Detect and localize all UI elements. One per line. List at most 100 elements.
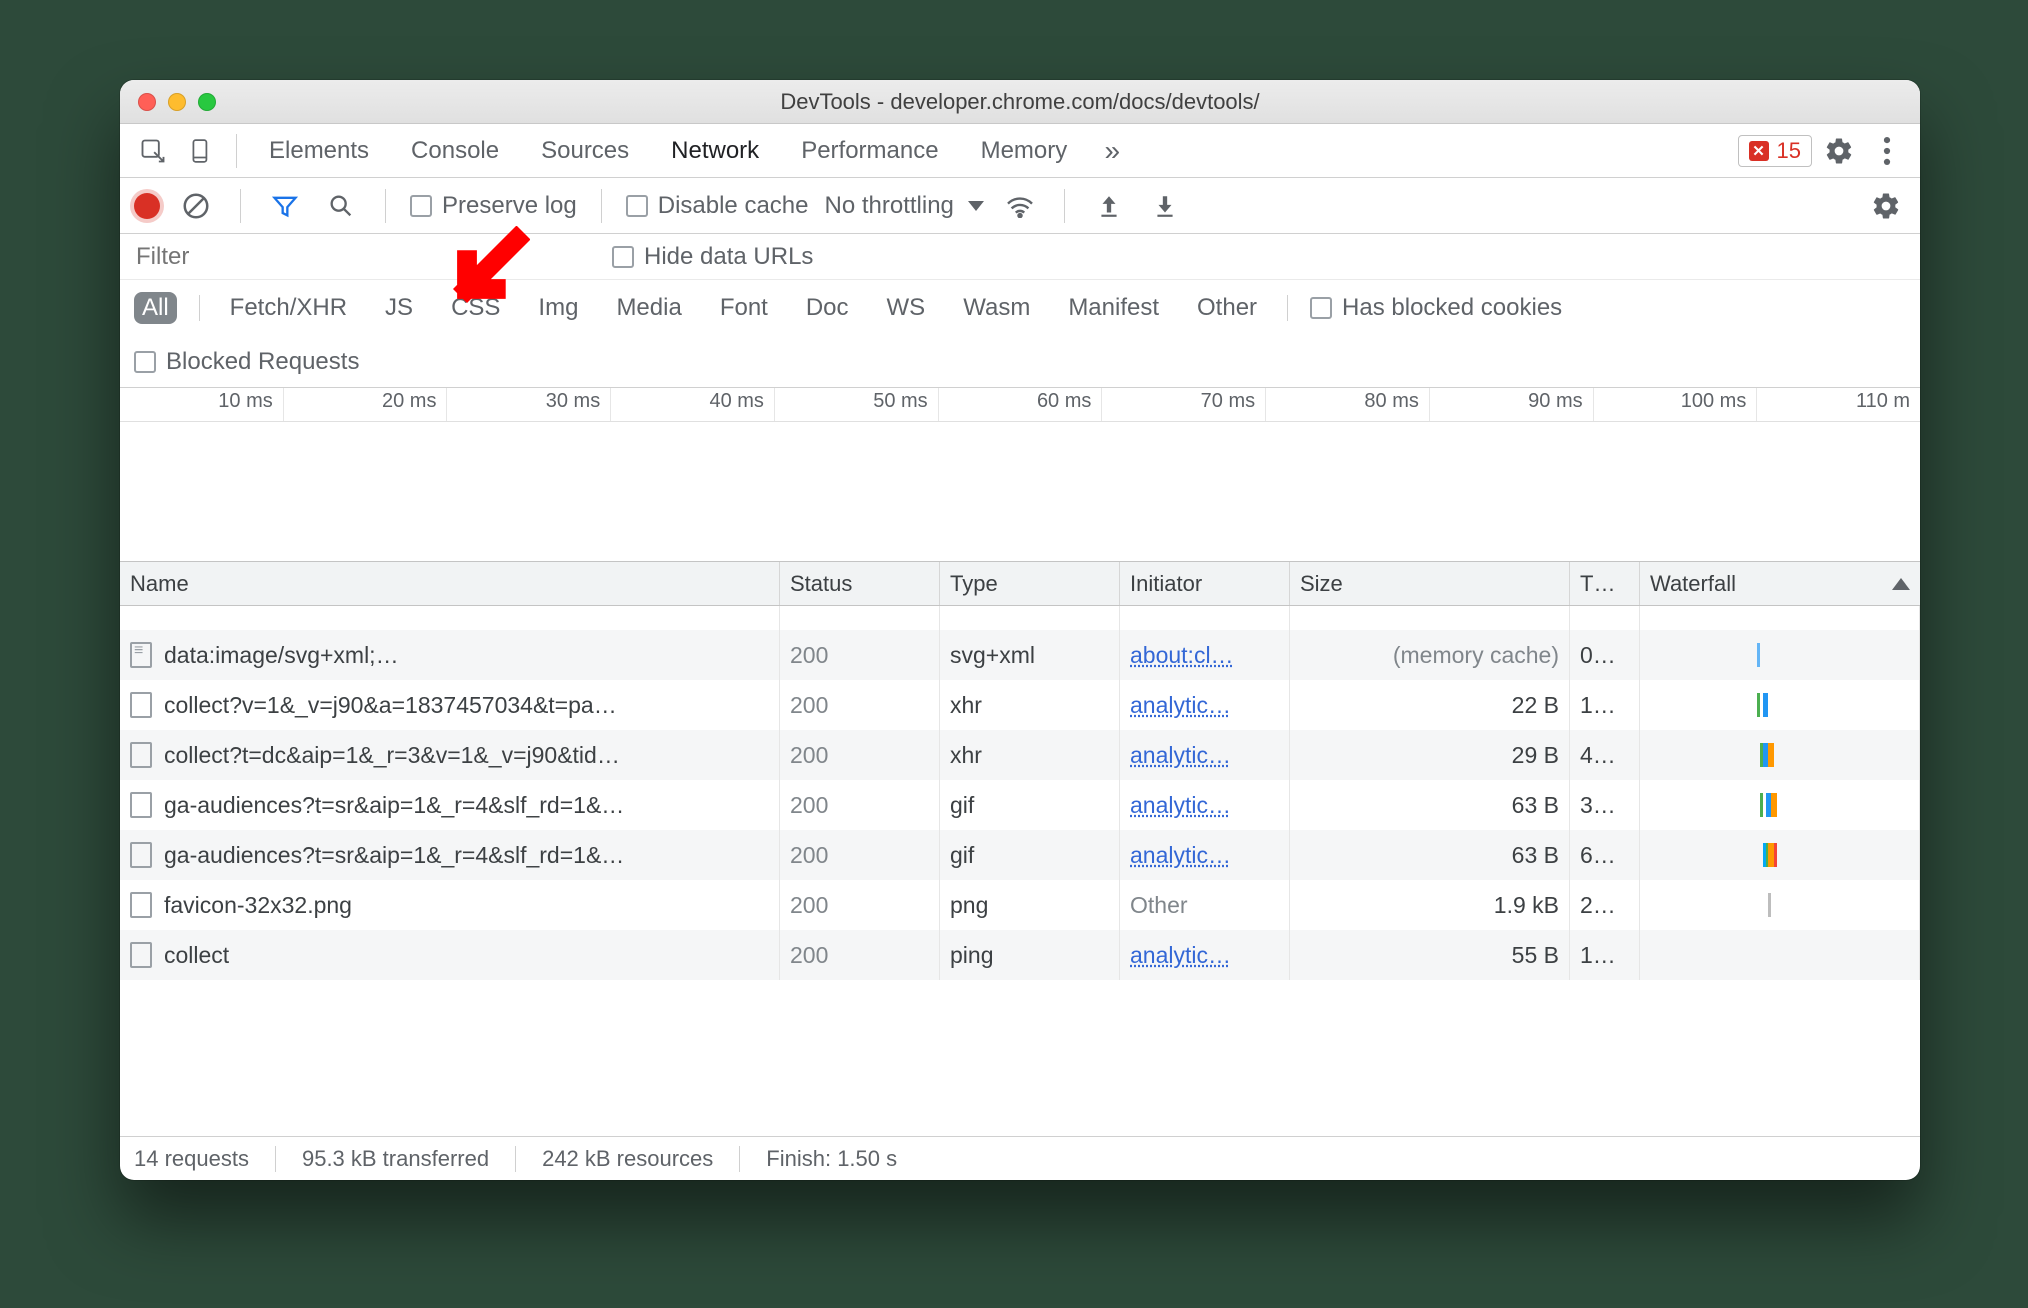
filter-input[interactable] — [134, 239, 434, 275]
request-waterfall — [1640, 930, 1920, 980]
request-waterfall — [1640, 730, 1920, 780]
throttling-select[interactable]: No throttling — [824, 192, 983, 220]
close-window-button[interactable] — [138, 93, 156, 111]
col-size[interactable]: Size — [1290, 562, 1570, 605]
more-tabs-icon[interactable]: » — [1091, 130, 1133, 172]
checkbox-icon — [1310, 297, 1332, 319]
table-row[interactable]: data:image/svg+xml;…200svg+xmlabout:cl…(… — [120, 630, 1920, 680]
error-count-badge[interactable]: ✕ 15 — [1738, 135, 1812, 167]
resource-type-chips: AllFetch/XHRJSCSSImgMediaFontDocWSWasmMa… — [120, 280, 1920, 336]
request-name: collect?t=dc&aip=1&_r=3&v=1&_v=j90&tid… — [164, 742, 620, 769]
table-row[interactable]: favicon-32x32.png200pngOther1.9 kB2… — [120, 880, 1920, 930]
request-name: collect — [164, 942, 229, 969]
search-icon[interactable] — [321, 186, 361, 226]
preserve-log-checkbox[interactable]: Preserve log — [410, 192, 577, 220]
chip-wasm[interactable]: Wasm — [955, 292, 1038, 324]
col-name[interactable]: Name — [120, 562, 780, 605]
inspect-element-icon[interactable] — [132, 130, 174, 172]
chip-js[interactable]: JS — [377, 292, 421, 324]
col-time[interactable]: T… — [1570, 562, 1640, 605]
request-initiator[interactable]: about:cl… — [1130, 642, 1234, 669]
network-conditions-icon[interactable] — [1000, 186, 1040, 226]
chip-all[interactable]: All — [134, 292, 177, 324]
chip-font[interactable]: Font — [712, 292, 776, 324]
timeline-ruler[interactable]: 10 ms20 ms30 ms40 ms50 ms60 ms70 ms80 ms… — [120, 388, 1920, 422]
file-icon — [130, 642, 152, 668]
status-transferred: 95.3 kB transferred — [302, 1146, 489, 1172]
status-finish: Finish: 1.50 s — [766, 1146, 897, 1172]
request-initiator[interactable]: analytic… — [1130, 942, 1231, 969]
request-waterfall — [1640, 630, 1920, 680]
status-resources: 242 kB resources — [542, 1146, 713, 1172]
table-row[interactable]: collect?v=1&_v=j90&a=1837457034&t=pa…200… — [120, 680, 1920, 730]
tab-console[interactable]: Console — [393, 137, 517, 165]
request-type: xhr — [940, 730, 1120, 780]
device-toolbar-icon[interactable] — [180, 130, 222, 172]
request-status: 200 — [780, 680, 940, 730]
ruler-tick: 80 ms — [1266, 388, 1430, 421]
request-time: 4… — [1570, 730, 1640, 780]
request-initiator[interactable]: analytic… — [1130, 792, 1231, 819]
chip-img[interactable]: Img — [530, 292, 586, 324]
col-type[interactable]: Type — [940, 562, 1120, 605]
request-time: 1… — [1570, 930, 1640, 980]
annotation-arrow-icon — [440, 226, 530, 316]
chip-media[interactable]: Media — [608, 292, 689, 324]
request-status: 200 — [780, 830, 940, 880]
checkbox-icon — [410, 195, 432, 217]
record-button[interactable] — [134, 193, 160, 219]
request-initiator[interactable]: analytic… — [1130, 742, 1231, 769]
request-size: 63 B — [1290, 780, 1570, 830]
ruler-tick: 90 ms — [1430, 388, 1594, 421]
table-row[interactable]: ga-audiences?t=sr&aip=1&_r=4&slf_rd=1&…2… — [120, 830, 1920, 880]
request-initiator[interactable]: analytic… — [1130, 842, 1231, 869]
zoom-window-button[interactable] — [198, 93, 216, 111]
tab-performance[interactable]: Performance — [783, 137, 956, 165]
filter-funnel-icon[interactable] — [265, 186, 305, 226]
ruler-tick: 70 ms — [1102, 388, 1266, 421]
download-har-icon[interactable] — [1145, 186, 1185, 226]
request-size: 55 B — [1290, 930, 1570, 980]
ruler-tick: 50 ms — [775, 388, 939, 421]
chip-ws[interactable]: WS — [879, 292, 934, 324]
minimize-window-button[interactable] — [168, 93, 186, 111]
status-bar: 14 requests 95.3 kB transferred 242 kB r… — [120, 1136, 1920, 1180]
request-type: ping — [940, 930, 1120, 980]
clear-icon[interactable] — [176, 186, 216, 226]
col-status[interactable]: Status — [780, 562, 940, 605]
divider — [236, 134, 237, 168]
table-row[interactable]: collect?t=dc&aip=1&_r=3&v=1&_v=j90&tid…2… — [120, 730, 1920, 780]
hide-data-urls-checkbox[interactable]: Hide data URLs — [612, 243, 813, 271]
timeline-overview[interactable] — [120, 422, 1920, 562]
table-row[interactable]: ga-audiences?t=sr&aip=1&_r=4&slf_rd=1&…2… — [120, 780, 1920, 830]
has-blocked-cookies-checkbox[interactable]: Has blocked cookies — [1310, 294, 1562, 322]
chip-other[interactable]: Other — [1189, 292, 1265, 324]
tab-sources[interactable]: Sources — [523, 137, 647, 165]
chip-fetch-xhr[interactable]: Fetch/XHR — [222, 292, 355, 324]
table-row[interactable]: collect200pinganalytic…55 B1… — [120, 930, 1920, 980]
chip-doc[interactable]: Doc — [798, 292, 857, 324]
blocked-requests-row: Blocked Requests — [120, 336, 1920, 388]
chip-manifest[interactable]: Manifest — [1060, 292, 1167, 324]
request-waterfall — [1640, 680, 1920, 730]
tab-network[interactable]: Network — [653, 137, 777, 165]
col-initiator[interactable]: Initiator — [1120, 562, 1290, 605]
upload-har-icon[interactable] — [1089, 186, 1129, 226]
col-waterfall[interactable]: Waterfall — [1640, 562, 1920, 605]
request-initiator[interactable]: analytic… — [1130, 692, 1231, 719]
request-time: 2… — [1570, 880, 1640, 930]
tab-elements[interactable]: Elements — [251, 137, 387, 165]
blocked-requests-checkbox[interactable]: Blocked Requests — [134, 348, 359, 376]
request-size: 1.9 kB — [1290, 880, 1570, 930]
tab-memory[interactable]: Memory — [963, 137, 1086, 165]
request-waterfall — [1640, 830, 1920, 880]
table-body: data:image/svg+xml;…200svg+xmlabout:cl…(… — [120, 606, 1920, 1136]
file-icon — [130, 842, 152, 868]
disable-cache-checkbox[interactable]: Disable cache — [626, 192, 809, 220]
network-settings-gear-icon[interactable] — [1866, 186, 1906, 226]
request-size: 22 B — [1290, 680, 1570, 730]
request-waterfall — [1640, 780, 1920, 830]
kebab-menu-icon[interactable] — [1866, 130, 1908, 172]
settings-gear-icon[interactable] — [1818, 130, 1860, 172]
filter-row: Hide data URLs — [120, 234, 1920, 280]
